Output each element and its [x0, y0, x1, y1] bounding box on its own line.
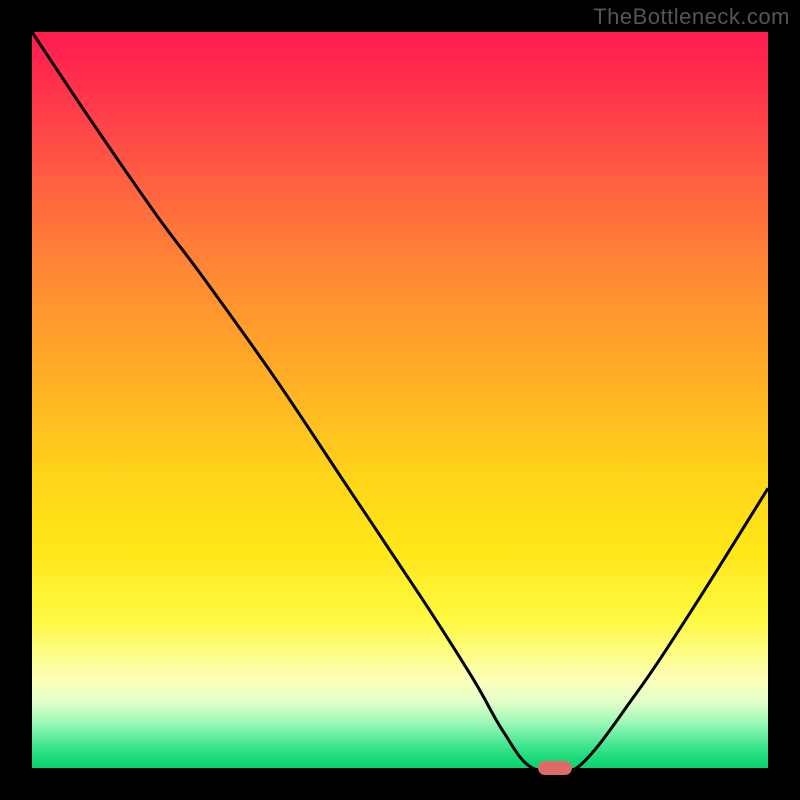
bottleneck-curve: [32, 32, 768, 775]
chart-frame: TheBottleneck.com: [0, 0, 800, 800]
watermark-text: TheBottleneck.com: [593, 4, 790, 30]
chart-curve-svg: [32, 32, 768, 768]
optimal-point-marker: [538, 761, 572, 775]
